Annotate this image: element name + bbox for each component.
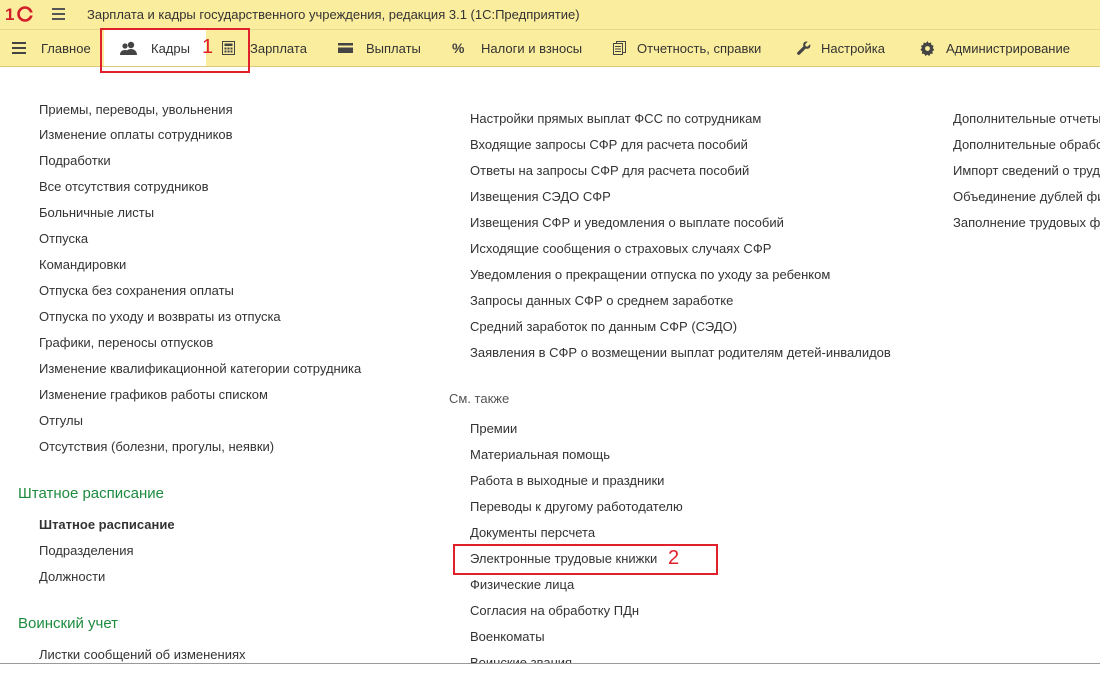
menu-item-label: Главное [41,40,91,56]
menu-item-nalogi[interactable]: % Налоги и взносы [452,30,582,66]
link-change-messages[interactable]: Листки сообщений об изменениях [39,647,246,662]
menu-item-label: Налоги и взносы [481,40,583,56]
link-additional-reports[interactable]: Дополнительные отчеты [953,111,1100,126]
link-fill-labor-functions[interactable]: Заполнение трудовых фу [953,215,1100,230]
wrench-icon [797,41,811,55]
link-sick-leaves[interactable]: Больничные листы [39,205,154,220]
annotation-box-1 [100,28,250,73]
window-title: Зарплата и кадры государственного учрежд… [87,7,580,22]
link-individuals[interactable]: Физические лица [470,577,574,592]
menu-item-main[interactable]: Главное [12,30,91,66]
link-pay-changes[interactable]: Изменение оплаты сотрудников [39,127,233,142]
link-transfers-to-employer[interactable]: Переводы к другому работодателю [470,499,683,514]
bottom-divider [0,663,1100,664]
link-military-ranks[interactable]: Воинские звания [470,655,572,663]
group-heading-staffing: Штатное расписание [18,485,165,502]
link-recalc-documents[interactable]: Документы персчета [470,525,595,540]
menu-item-otchetnost[interactable]: Отчетность, справки [613,30,761,66]
wallet-icon [338,43,353,53]
title-bar: 1 Зарплата и кадры государственного учре… [0,0,1100,30]
link-all-absences[interactable]: Все отсутствия сотрудников [39,179,209,194]
link-departments[interactable]: Подразделения [39,543,134,558]
link-sfr-payment-notices[interactable]: Извещения СФР и уведомления о выплате по… [470,215,784,230]
link-additional-processing[interactable]: Дополнительные обработ [953,137,1100,152]
documents-icon [613,41,626,55]
link-leave-termination-notices[interactable]: Уведомления о прекращении отпуска по ухо… [470,267,830,282]
link-weekend-work[interactable]: Работа в выходные и праздники [470,473,664,488]
menu-item-label: Выплаты [366,40,421,56]
link-outgoing-messages[interactable]: Исходящие сообщения о страховых случаях … [470,241,771,256]
link-business-trips[interactable]: Командировки [39,257,126,272]
group-heading-military: Воинский учет [18,615,119,632]
link-part-time[interactable]: Подработки [39,153,111,168]
svg-text:1: 1 [5,5,14,23]
annotation-number-1: 1 [202,36,214,58]
link-military-offices[interactable]: Военкоматы [470,629,545,644]
link-unpaid-leaves[interactable]: Отпуска без сохранения оплаты [39,283,234,298]
link-import-employment-info[interactable]: Импорт сведений о труд [953,163,1100,178]
menu-item-label: Отчетность, справки [637,40,762,56]
gear-icon [920,40,935,56]
link-staffing[interactable]: Штатное расписание [39,517,175,532]
menu-item-label: Настройка [821,40,885,56]
link-material-aid[interactable]: Материальная помощь [470,447,610,462]
link-schedule-change-list[interactable]: Изменение графиков работы списком [39,387,268,402]
link-qualification-change[interactable]: Изменение квалификационной категории сот… [39,361,361,376]
hamburger-icon [12,42,26,54]
menu-item-label: Зарплата [250,40,307,56]
link-absences[interactable]: Отсутствия (болезни, прогулы, неявки) [39,439,274,454]
link-parental-leaves[interactable]: Отпуска по уходу и возвраты из отпуска [39,309,281,324]
1c-logo[interactable]: 1 [5,5,41,23]
annotation-number-2: 2 [668,547,680,569]
menu-item-administrirovanie[interactable]: Администрирование [920,30,1070,66]
link-sfr-request-answers[interactable]: Ответы на запросы СФР для расчета пособи… [470,163,749,178]
link-bonuses[interactable]: Премии [470,421,517,436]
menu-item-nastroyka[interactable]: Настройка [797,30,885,66]
link-pd-consents[interactable]: Согласия на обработку ПДн [470,603,639,618]
link-reimbursement-applications[interactable]: Заявления в СФР о возмещении выплат роди… [470,345,891,360]
see-also-label: См. также [449,391,510,406]
link-merge-duplicates[interactable]: Объединение дублей фи [953,189,1100,204]
menu-item-vyplaty[interactable]: Выплаты [338,30,421,66]
link-vacations[interactable]: Отпуска [39,231,88,246]
percent-icon: % [452,41,465,55]
link-positions[interactable]: Должности [39,569,105,584]
svg-text:%: % [452,41,465,55]
link-sedo-notices[interactable]: Извещения СЭДО СФР [470,189,611,204]
link-fss-settings[interactable]: Настройки прямых выплат ФСС по сотрудник… [470,111,761,126]
menu-item-label: Администрирование [946,40,1070,56]
link-sfr-incoming-requests[interactable]: Входящие запросы СФР для расчета пособий [470,137,748,152]
link-avg-earnings-requests[interactable]: Запросы данных СФР о среднем заработке [470,293,733,308]
link-vacation-schedules[interactable]: Графики, переносы отпусков [39,335,213,350]
link-time-off[interactable]: Отгулы [39,413,83,428]
link-avg-earnings-sedo[interactable]: Средний заработок по данным СФР (СЭДО) [470,319,737,334]
main-menu-icon[interactable] [52,8,65,20]
link-hires-transfers[interactable]: Приемы, переводы, увольнения [39,102,233,117]
